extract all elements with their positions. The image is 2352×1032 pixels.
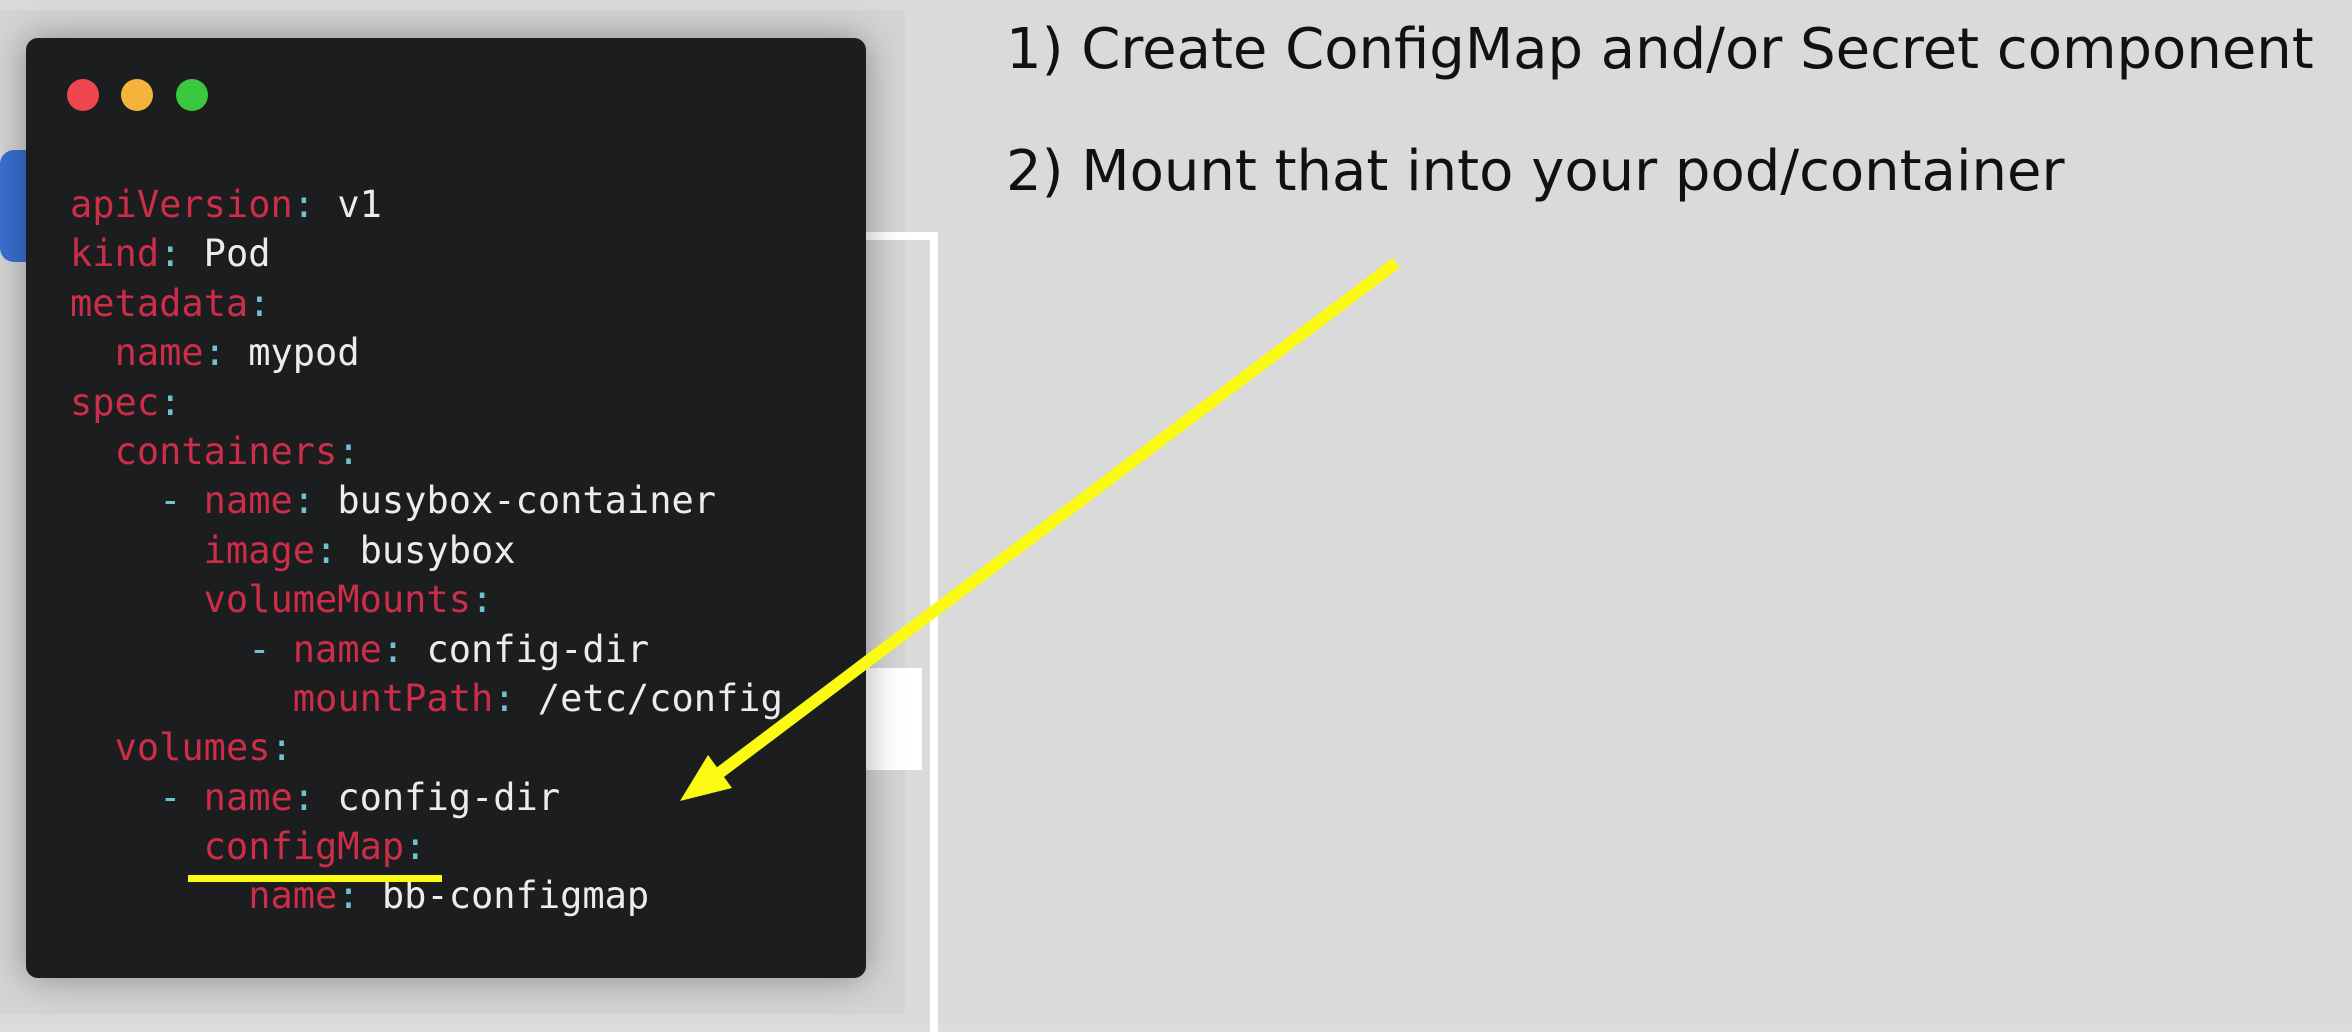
code-line: - name: busybox-container [70, 476, 783, 525]
code-list-dash: - [248, 627, 293, 671]
code-line: metadata: [70, 279, 783, 328]
code-line: - name: config-dir [70, 773, 783, 822]
code-key: containers [114, 429, 338, 473]
window-close-dot [67, 79, 99, 111]
code-key: configMap [203, 825, 405, 869]
code-line: - name: config-dir [70, 625, 783, 674]
code-key: volumeMounts [203, 578, 471, 622]
code-colon: : [337, 429, 360, 473]
code-line: configMap: [70, 822, 783, 871]
code-key: name [203, 479, 293, 523]
code-key: volumes [114, 726, 271, 770]
code-value: config-dir [315, 775, 561, 819]
code-value: busybox [337, 528, 516, 572]
yaml-code-block: apiVersion: v1 kind: Pod metadata: name: m… [70, 180, 783, 921]
code-line: containers: [70, 427, 783, 476]
code-colon: : [203, 331, 226, 375]
code-key: spec [70, 380, 160, 424]
code-list-dash: - [159, 479, 204, 523]
code-value: /etc/config [515, 676, 783, 720]
code-line: apiVersion: v1 [70, 180, 783, 229]
code-colon: : [292, 183, 316, 226]
code-key: metadata [70, 281, 249, 325]
code-key: name [114, 331, 204, 375]
code-key: kind [70, 232, 160, 276]
code-colon: : [159, 232, 182, 276]
code-value: config-dir [404, 627, 650, 671]
window-minimize-dot [121, 79, 153, 111]
code-key: image [203, 528, 316, 572]
steps-list: 1) Create ConfigMap and/or Secret compon… [1006, 14, 2314, 258]
code-line: spec: [70, 378, 783, 427]
code-line: mountPath: /etc/config [70, 674, 783, 723]
code-key: name [203, 775, 293, 819]
step-1-text: 1) Create ConfigMap and/or Secret compon… [1006, 17, 2314, 82]
configmap-highlight-underline [188, 875, 442, 882]
code-key: mountPath [292, 676, 494, 720]
code-line: volumeMounts: [70, 575, 783, 624]
code-colon: : [381, 627, 405, 671]
code-colon: : [493, 676, 516, 720]
code-colon: : [292, 775, 316, 819]
code-colon: : [292, 479, 316, 523]
code-line: name: mypod [70, 328, 783, 377]
code-value: Pod [181, 232, 271, 276]
code-colon: : [404, 825, 427, 869]
code-colon: : [248, 281, 271, 325]
code-value: busybox-container [315, 479, 717, 523]
code-line: volumes: [70, 723, 783, 772]
code-key: apiVersion [70, 183, 293, 226]
code-line: image: busybox [70, 526, 783, 575]
code-line: kind: Pod [70, 229, 783, 278]
code-list-dash: - [159, 775, 204, 819]
code-value: v1 [315, 183, 382, 226]
code-colon: : [159, 380, 182, 424]
code-colon: : [270, 726, 293, 770]
code-value: mypod [225, 331, 360, 375]
code-key: name [292, 627, 382, 671]
code-colon: : [470, 578, 494, 622]
window-maximize-dot [176, 79, 208, 111]
step-2-text: 2) Mount that into your pod/container [1006, 139, 2065, 204]
code-colon: : [315, 528, 338, 572]
